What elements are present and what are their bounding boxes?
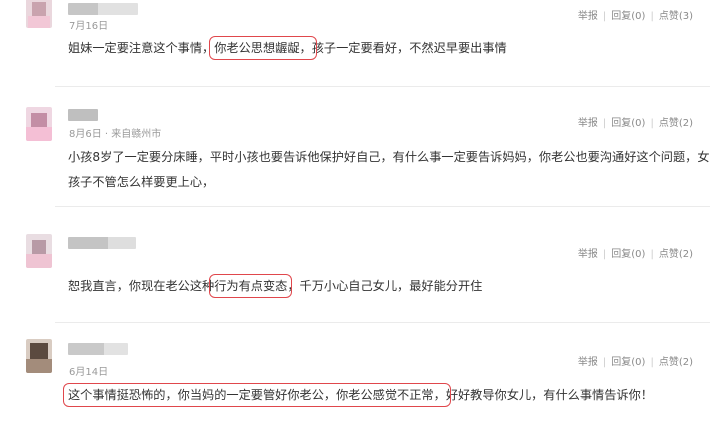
reply-button[interactable]: 回复(0) [611,11,645,22]
username-blurred[interactable] [68,237,136,249]
username-blurred[interactable] [68,109,98,121]
like-button[interactable]: 点赞(2) [659,357,693,368]
comment-date-location: 8月6日 · 来自赣州市 [69,129,162,140]
avatar[interactable] [26,0,52,28]
highlight-box: 好好教导你女儿，有什么事情告诉你！ [445,388,653,402]
comment-actions: 举报 | 回复(0) | 点赞(2) [577,357,693,368]
highlight-box: 行为有点变态 [209,274,293,298]
report-button[interactable]: 举报 [578,357,598,368]
reply-button[interactable]: 回复(0) [611,357,645,368]
comment-text: 小孩8岁了一定要分床睡，平时小孩也要告诉他保护好自己，有什么事一定要告诉妈妈，你… [68,150,710,189]
comment-actions: 举报 | 回复(0) | 点赞(3) [577,11,693,22]
comment-item: 6月14日 举报 | 回复(0) | 点赞(2) 这个事情挺恐怖的，你当妈的一定要管好你… [0,323,721,429]
like-button[interactable]: 点赞(2) [659,118,693,129]
comment-actions: 举报 | 回复(0) | 点赞(2) [577,118,693,129]
report-button[interactable]: 举报 [578,11,598,22]
comment-text: 姐妹一定要注意这个事情，你老公思想龌龊，孩子一定要看好，不然迟早要出事情 [68,36,507,60]
comment-text: 恕我直言，你现在老公这种行为有点变态，千万小心自己女儿，最好能分开住 [68,274,483,298]
like-button[interactable]: 点赞(2) [659,249,693,260]
username-blurred[interactable] [68,3,138,15]
highlight-box: 这个事情挺恐怖的，你当妈的一定要管好你老公，你老公感觉不正常， [63,383,451,407]
comment-text: 这个事情挺恐怖的，你当妈的一定要管好你老公，你老公感觉不正常，好好教导你女儿，有… [63,383,688,408]
comment-item: 8月6日 · 来自赣州市 举报 | 回复(0) | 点赞(2) 小孩8岁了一定要分床睡，… [0,87,721,202]
comment-item: 7月16日 举报 | 回复(0) | 点赞(3) 姐妹一定要注意这个事情，你老公思想龌龊… [0,0,721,86]
avatar[interactable] [26,234,52,268]
report-button[interactable]: 举报 [578,249,598,260]
reply-button[interactable]: 回复(0) [611,249,645,260]
like-button[interactable]: 点赞(3) [659,11,693,22]
avatar[interactable] [26,339,52,373]
comment-date: 6月14日 [69,367,109,378]
highlight-box: 你老公思想龌龊， [209,36,317,60]
reply-button[interactable]: 回复(0) [611,118,645,129]
username-blurred[interactable] [68,343,128,355]
report-button[interactable]: 举报 [578,118,598,129]
comment-actions: 举报 | 回复(0) | 点赞(2) [577,249,693,260]
comment-item: 举报 | 回复(0) | 点赞(2) 恕我直言，你现在老公这种行为有点变态，千万小心自己… [0,207,721,317]
avatar[interactable] [26,107,52,141]
comment-date: 7月16日 [69,21,109,32]
